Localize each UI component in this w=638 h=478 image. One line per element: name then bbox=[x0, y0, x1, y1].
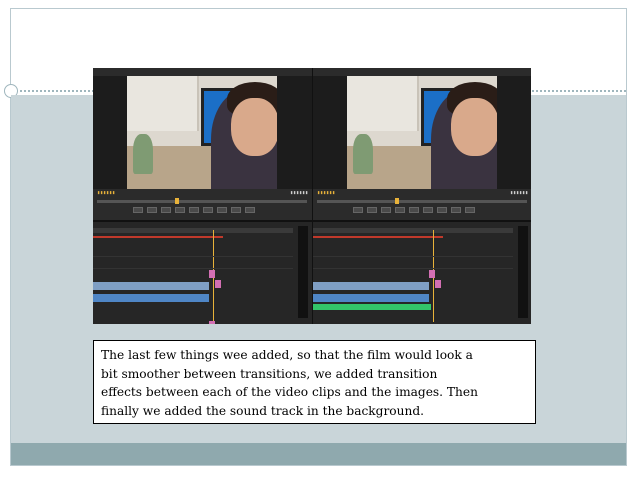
transport-controls bbox=[133, 207, 273, 215]
control-button[interactable] bbox=[175, 207, 185, 213]
transition-clip[interactable] bbox=[215, 280, 221, 288]
video-clip[interactable] bbox=[93, 282, 209, 290]
transition-clip[interactable] bbox=[209, 270, 215, 278]
control-button[interactable] bbox=[353, 207, 363, 213]
video-frame-icon bbox=[347, 76, 497, 189]
audio-meter-icon bbox=[298, 226, 308, 318]
control-button[interactable] bbox=[245, 207, 255, 213]
control-button[interactable] bbox=[161, 207, 171, 213]
time-ruler[interactable] bbox=[313, 228, 513, 233]
timecode-current: ▮▮▮▮▮▮ bbox=[97, 190, 116, 196]
timecode-duration: ▮▮▮▮▮▮ bbox=[509, 190, 528, 196]
control-button[interactable] bbox=[465, 207, 475, 213]
scrub-handle[interactable] bbox=[175, 198, 179, 204]
editor-screenshot: ▮▮▮▮▮▮ ▮▮▮▮▮▮ ▮▮▮▮▮▮ ▮▮▮▮▮▮ bbox=[93, 68, 531, 324]
time-ruler[interactable] bbox=[93, 228, 293, 233]
caption-box: The last few things wee added, so that t… bbox=[93, 340, 536, 424]
control-button[interactable] bbox=[367, 207, 377, 213]
control-button[interactable] bbox=[217, 207, 227, 213]
control-button[interactable] bbox=[423, 207, 433, 213]
source-monitor-panel: ▮▮▮▮▮▮ ▮▮▮▮▮▮ bbox=[93, 68, 312, 324]
video-clip[interactable] bbox=[93, 294, 209, 302]
timeline-panel bbox=[313, 220, 531, 324]
timecode-duration: ▮▮▮▮▮▮ bbox=[289, 190, 308, 196]
video-frame-icon bbox=[127, 76, 277, 189]
transition-clip[interactable] bbox=[429, 270, 435, 278]
control-button[interactable] bbox=[203, 207, 213, 213]
scrub-bar[interactable] bbox=[317, 198, 527, 204]
video-clip[interactable] bbox=[313, 294, 429, 302]
transport-controls bbox=[353, 207, 493, 215]
control-button[interactable] bbox=[147, 207, 157, 213]
control-button[interactable] bbox=[231, 207, 241, 213]
scrub-bar[interactable] bbox=[97, 198, 307, 204]
control-button[interactable] bbox=[437, 207, 447, 213]
program-monitor-panel: ▮▮▮▮▮▮ ▮▮▮▮▮▮ bbox=[312, 68, 531, 324]
caption-text: The last few things wee added, so that t… bbox=[101, 348, 478, 418]
play-button[interactable] bbox=[409, 207, 419, 213]
control-button[interactable] bbox=[133, 207, 143, 213]
video-clip[interactable] bbox=[313, 282, 429, 290]
control-button[interactable] bbox=[395, 207, 405, 213]
footer-band bbox=[11, 443, 626, 465]
timeline-panel bbox=[93, 220, 312, 324]
transition-clip[interactable] bbox=[435, 280, 441, 288]
control-button[interactable] bbox=[381, 207, 391, 213]
scrub-handle[interactable] bbox=[395, 198, 399, 204]
audio-meter-icon bbox=[518, 226, 528, 318]
timecode-current: ▮▮▮▮▮▮ bbox=[317, 190, 336, 196]
audio-clip[interactable] bbox=[313, 304, 431, 310]
control-button[interactable] bbox=[451, 207, 461, 213]
play-button[interactable] bbox=[189, 207, 199, 213]
